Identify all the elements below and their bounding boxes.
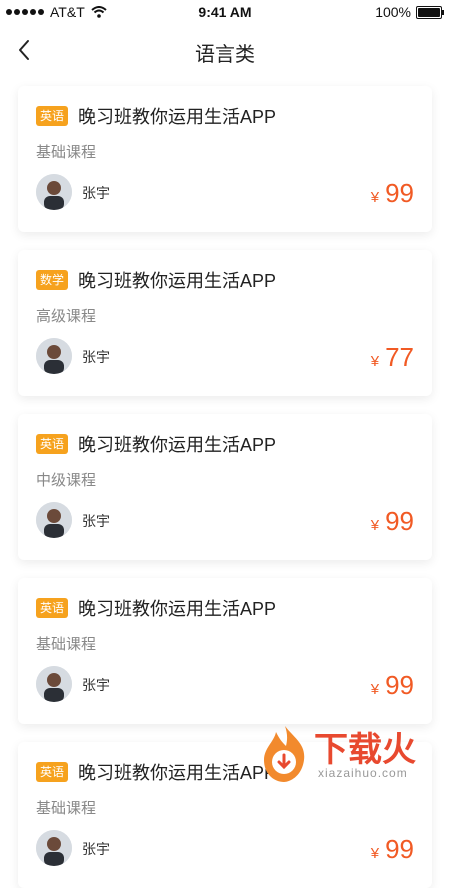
watermark-logo: 下载火 xiazaihuo.com — [260, 720, 440, 790]
course-level: 中级课程 — [36, 472, 97, 489]
flame-logo-icon — [264, 726, 305, 782]
avatar — [36, 502, 72, 538]
course-level: 基础课程 — [36, 636, 97, 653]
currency-symbol: ¥ — [370, 681, 380, 698]
price-value: 99 — [385, 178, 414, 208]
subject-badge: 英语 — [36, 434, 68, 454]
watermark-text: 下载火 — [314, 731, 416, 769]
teacher-name: 张宇 — [82, 185, 110, 201]
avatar — [36, 830, 72, 866]
price-value: 77 — [385, 342, 414, 372]
course-title: 晚习班教你运用生活APP — [78, 763, 277, 783]
course-card[interactable]: 英语 晚习班教你运用生活APP 基础课程 张宇 ¥ 99 — [18, 86, 432, 232]
currency-symbol: ¥ — [370, 517, 380, 534]
price-value: 99 — [385, 506, 414, 536]
course-price: ¥ 99 — [371, 834, 414, 865]
course-card[interactable]: 英语 晚习班教你运用生活APP 中级课程 张宇 ¥ 99 — [18, 414, 432, 560]
currency-symbol: ¥ — [370, 845, 380, 862]
teacher-name: 张宇 — [82, 349, 110, 365]
course-price: ¥ 99 — [371, 506, 414, 537]
course-title: 晚习班教你运用生活APP — [78, 107, 277, 127]
course-card[interactable]: 英语 晚习班教你运用生活APP 基础课程 张宇 ¥ 99 — [18, 578, 432, 724]
course-price: ¥ 99 — [371, 178, 414, 209]
course-level: 基础课程 — [36, 800, 97, 817]
course-title: 晚习班教你运用生活APP — [78, 599, 277, 619]
subject-badge: 英语 — [36, 106, 68, 126]
battery-icon — [416, 5, 444, 19]
status-right: 100% — [375, 4, 444, 20]
avatar — [36, 174, 72, 210]
avatar — [36, 338, 72, 374]
teacher-name: 张宇 — [82, 677, 110, 693]
teacher-name: 张宇 — [82, 513, 110, 529]
avatar — [36, 666, 72, 702]
course-price: ¥ 77 — [371, 342, 414, 373]
course-title: 晚习班教你运用生活APP — [78, 271, 277, 291]
price-value: 99 — [385, 834, 414, 864]
currency-symbol: ¥ — [370, 189, 380, 206]
page-title: 语言类 — [195, 44, 255, 66]
watermark-url: xiazaihuo.com — [318, 766, 408, 780]
teacher-name: 张宇 — [82, 841, 110, 857]
battery-percent: 100% — [375, 4, 411, 20]
course-level: 基础课程 — [36, 144, 97, 161]
course-card[interactable]: 数学 晚习班教你运用生活APP 高级课程 张宇 ¥ 77 — [18, 250, 432, 396]
subject-badge: 英语 — [36, 762, 68, 782]
subject-badge: 英语 — [36, 598, 68, 618]
navigation-bar: 语言类 — [0, 24, 450, 76]
currency-symbol: ¥ — [370, 353, 380, 370]
course-title: 晚习班教你运用生活APP — [78, 435, 277, 455]
price-value: 99 — [385, 670, 414, 700]
subject-badge: 数学 — [36, 270, 68, 290]
course-level: 高级课程 — [36, 308, 97, 325]
course-price: ¥ 99 — [371, 670, 414, 701]
status-bar: AT&T 9:41 AM 100% — [0, 0, 450, 24]
